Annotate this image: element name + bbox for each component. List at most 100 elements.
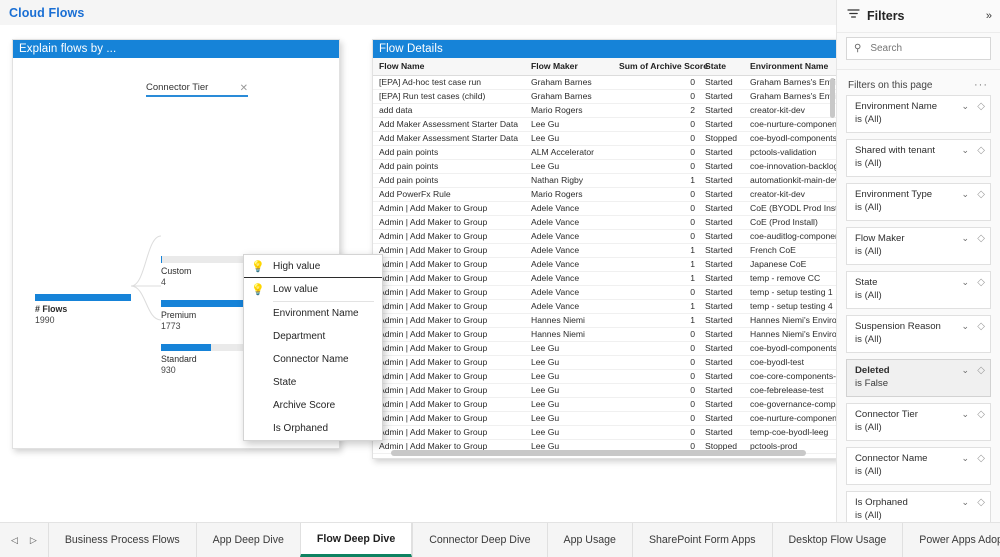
tab-connector-deep-dive[interactable]: Connector Deep Dive (412, 523, 546, 557)
chevron-down-icon[interactable]: ⌄ (961, 277, 969, 288)
table-row[interactable]: Admin | Add Maker to GroupLee Gu0Started… (373, 341, 837, 355)
table-row[interactable]: Admin | Add Maker to GroupLee Gu0Started… (373, 383, 837, 397)
table-row[interactable]: Admin | Add Maker to GroupAdele Vance0St… (373, 201, 837, 215)
table-horizontal-scrollbar[interactable] (391, 450, 806, 456)
filter-icon (847, 7, 860, 25)
menu-item-is-orphaned[interactable]: Is Orphaned (244, 417, 382, 440)
chevron-down-icon[interactable]: ⌄ (961, 409, 969, 420)
eraser-icon[interactable]: ◇ (977, 145, 985, 156)
table-row[interactable]: Admin | Add Maker to GroupLee Gu0Started… (373, 425, 837, 439)
search-input[interactable] (868, 42, 968, 55)
eraser-icon[interactable]: ◇ (977, 189, 985, 200)
column-header-flow-maker[interactable]: Flow Maker (525, 58, 613, 75)
eraser-icon[interactable]: ◇ (977, 321, 985, 332)
menu-item-label: Environment Name (273, 308, 359, 319)
tab-app-usage[interactable]: App Usage (547, 523, 632, 557)
menu-item-high-value[interactable]: 💡 High value (244, 255, 382, 278)
table-row[interactable]: add dataMario Rogers2Startedcreator-kit-… (373, 103, 837, 117)
chevron-down-icon[interactable]: ⌄ (961, 321, 969, 332)
filters-search-box[interactable]: ⚲ (846, 37, 991, 60)
table-row[interactable]: Admin | Add Maker to GroupLee Gu0Started… (373, 355, 837, 369)
eraser-icon[interactable]: ◇ (977, 409, 985, 420)
column-header-archive-score[interactable]: Sum of Archive Score (613, 58, 699, 75)
cell-state: Started (699, 201, 744, 215)
filter-card-flow-maker[interactable]: Flow Makeris (All)⌄◇ (846, 227, 991, 265)
table-row[interactable]: Admin | Add Maker to GroupAdele Vance1St… (373, 299, 837, 313)
table-row[interactable]: Add Maker Assessment Starter DataLee Gu0… (373, 117, 837, 131)
cell-flow-maker: Graham Barnes (525, 75, 613, 89)
chevron-down-icon[interactable]: ⌄ (961, 497, 969, 508)
chevron-down-icon[interactable]: ⌄ (961, 453, 969, 464)
triangle-left-icon[interactable]: ◁ (11, 535, 18, 546)
flow-details-table-wrapper: Flow Name Flow Maker Sum of Archive Scor… (373, 58, 837, 458)
chevron-down-icon[interactable]: ⌄ (961, 233, 969, 244)
table-row[interactable]: Admin | Add Maker to GroupAdele Vance1St… (373, 243, 837, 257)
tab-sharepoint-form-apps[interactable]: SharePoint Form Apps (632, 523, 772, 557)
table-row[interactable]: Admin | Add Maker to GroupHannes Niemi1S… (373, 313, 837, 327)
page-header: Cloud Flows (0, 0, 836, 25)
filter-card-environment-name[interactable]: Environment Nameis (All)⌄◇ (846, 95, 991, 133)
table-row[interactable]: Add pain pointsLee Gu0Startedcoe-innovat… (373, 159, 837, 173)
table-row[interactable]: Admin | Add Maker to GroupAdele Vance1St… (373, 257, 837, 271)
table-row[interactable]: Admin | Add Maker to GroupLee Gu0Started… (373, 411, 837, 425)
tree-node-root[interactable]: # Flows 1990 (35, 294, 131, 326)
table-row[interactable]: Admin | Add Maker to GroupAdele Vance1St… (373, 271, 837, 285)
cell-flow-name: Admin | Add Maker to Group (373, 397, 525, 411)
filter-card-environment-type[interactable]: Environment Typeis (All)⌄◇ (846, 183, 991, 221)
table-row[interactable]: Add pain pointsALM Accelerator0Startedpc… (373, 145, 837, 159)
menu-item-state[interactable]: State (244, 371, 382, 394)
chevron-down-icon[interactable]: ⌄ (961, 365, 969, 376)
filter-card-suspension-reason[interactable]: Suspension Reasonis (All)⌄◇ (846, 315, 991, 353)
ellipsis-icon[interactable]: ··· (974, 79, 988, 91)
eraser-icon[interactable]: ◇ (977, 101, 985, 112)
triangle-right-icon[interactable]: ▷ (30, 535, 37, 546)
chevron-down-icon[interactable]: ⌄ (961, 145, 969, 156)
table-row[interactable]: Admin | Add Maker to GroupAdele Vance0St… (373, 229, 837, 243)
eraser-icon[interactable]: ◇ (977, 277, 985, 288)
filter-card-state[interactable]: Stateis (All)⌄◇ (846, 271, 991, 309)
cell-state: Started (699, 285, 744, 299)
chevron-down-icon[interactable]: ⌄ (961, 101, 969, 112)
menu-item-low-value[interactable]: 💡 Low value (244, 278, 382, 301)
table-vertical-scrollbar[interactable] (830, 78, 835, 118)
cell-flow-name: Admin | Add Maker to Group (373, 411, 525, 425)
menu-item-connector-name[interactable]: Connector Name (244, 348, 382, 371)
table-row[interactable]: Add PowerFx RuleMario Rogers0Startedcrea… (373, 187, 837, 201)
table-row[interactable]: Admin | Add Maker to GroupHannes Niemi0S… (373, 327, 837, 341)
eraser-icon[interactable]: ◇ (977, 453, 985, 464)
table-row[interactable]: Add Maker Assessment Starter DataLee Gu0… (373, 131, 837, 145)
column-header-state[interactable]: State (699, 58, 744, 75)
chevron-down-icon[interactable]: ⌄ (961, 189, 969, 200)
double-chevron-right-icon[interactable]: » (986, 10, 992, 22)
tab-desktop-flow-usage[interactable]: Desktop Flow Usage (772, 523, 903, 557)
filter-card-connector-tier[interactable]: Connector Tieris (All)⌄◇ (846, 403, 991, 441)
cell-state: Started (699, 341, 744, 355)
filter-card-connector-name[interactable]: Connector Nameis (All)⌄◇ (846, 447, 991, 485)
table-row[interactable]: Add pain pointsNathan Rigby1Startedautom… (373, 173, 837, 187)
tab-power-apps-adoption[interactable]: Power Apps Adoption (902, 523, 1000, 557)
table-row[interactable]: Admin | Add Maker to GroupAdele Vance0St… (373, 215, 837, 229)
table-row[interactable]: [EPA] Ad-hoc test case runGraham Barnes0… (373, 75, 837, 89)
table-row[interactable]: Admin | Add Maker to GroupAdele Vance0St… (373, 285, 837, 299)
analysis-dimension-chip[interactable]: Connector Tier ✕ (146, 82, 248, 97)
table-row[interactable]: [EPA] Run test cases (child)Graham Barne… (373, 89, 837, 103)
tab-app-deep-dive[interactable]: App Deep Dive (196, 523, 300, 557)
tab-business-process-flows[interactable]: Business Process Flows (48, 523, 196, 557)
cell-environment-name: coe-core-components-dev (744, 369, 837, 383)
column-header-flow-name[interactable]: Flow Name (373, 58, 525, 75)
menu-item-department[interactable]: Department (244, 325, 382, 348)
cell-flow-name: Admin | Add Maker to Group (373, 369, 525, 383)
menu-item-environment-name[interactable]: Environment Name (244, 302, 382, 325)
column-header-environment-name[interactable]: Environment Name (744, 58, 837, 75)
menu-item-archive-score[interactable]: Archive Score (244, 394, 382, 417)
table-row[interactable]: Admin | Add Maker to GroupLee Gu0Started… (373, 369, 837, 383)
table-row[interactable]: Admin | Add Maker to GroupLee Gu0Started… (373, 397, 837, 411)
cell-archive-score: 0 (613, 341, 699, 355)
eraser-icon[interactable]: ◇ (977, 365, 985, 376)
tab-flow-deep-dive[interactable]: Flow Deep Dive (300, 523, 412, 557)
filter-card-shared-with-tenant[interactable]: Shared with tenantis (All)⌄◇ (846, 139, 991, 177)
eraser-icon[interactable]: ◇ (977, 233, 985, 244)
close-icon[interactable]: ✕ (240, 84, 248, 93)
eraser-icon[interactable]: ◇ (977, 497, 985, 508)
filter-card-deleted[interactable]: Deletedis False⌄◇ (846, 359, 991, 397)
